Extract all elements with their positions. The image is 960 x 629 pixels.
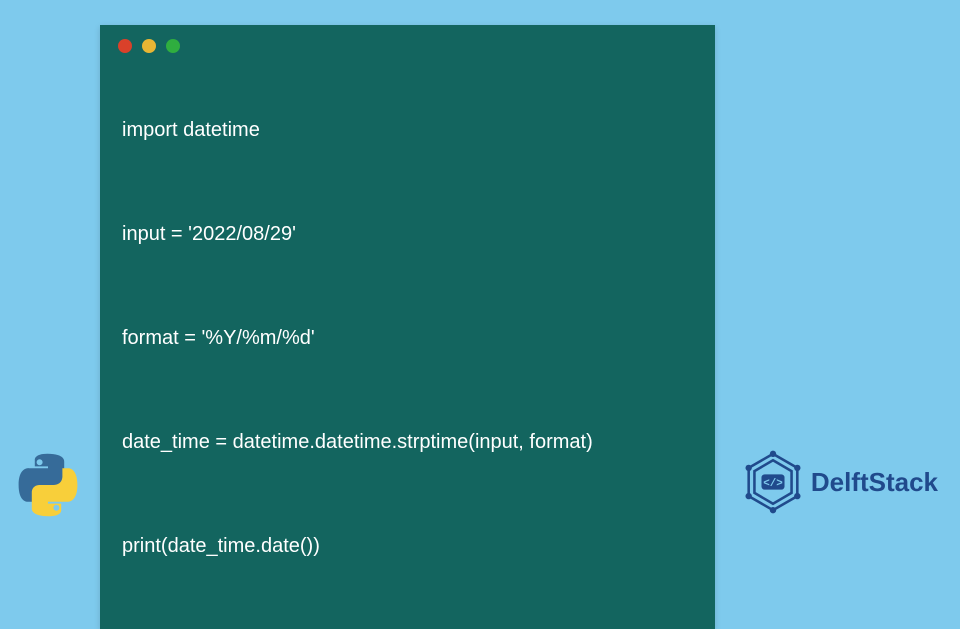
code-line: print(date_time.date()) [122, 533, 693, 559]
svg-text:</>: </> [763, 478, 783, 490]
brand-emblem-icon: </> [741, 450, 805, 514]
code-line: import datetime [122, 117, 693, 143]
brand: </> DelftStack [741, 450, 938, 514]
python-logo-icon [15, 452, 81, 518]
code-line: date_time = datetime.datetime.strptime(i… [122, 429, 693, 455]
window-titlebar [100, 25, 715, 61]
code-body: import datetime input = '2022/08/29' for… [100, 61, 715, 611]
maximize-icon [166, 39, 180, 53]
code-line: input = '2022/08/29' [122, 221, 693, 247]
minimize-icon [142, 39, 156, 53]
code-window: import datetime input = '2022/08/29' for… [100, 25, 715, 629]
code-line: format = '%Y/%m/%d' [122, 325, 693, 351]
brand-name: DelftStack [811, 467, 938, 498]
close-icon [118, 39, 132, 53]
